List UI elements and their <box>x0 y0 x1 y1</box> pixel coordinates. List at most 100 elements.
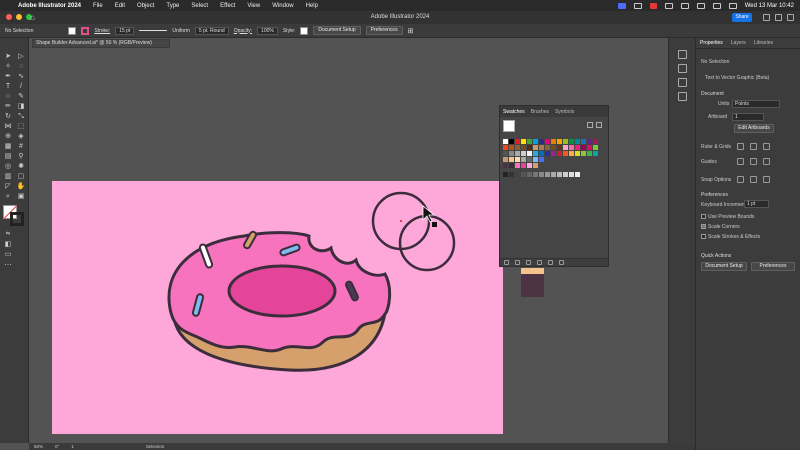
scale-strokes-checkbox[interactable] <box>701 234 706 239</box>
swatch[interactable] <box>515 151 520 156</box>
pixel-grid-icon[interactable] <box>763 143 770 150</box>
swatch[interactable] <box>557 172 562 177</box>
show-guides-icon[interactable] <box>737 158 744 165</box>
swatch[interactable] <box>545 172 550 177</box>
keyboard-icon[interactable] <box>664 2 673 9</box>
bite-circle-shape[interactable] <box>398 214 456 272</box>
donut-hole-shape[interactable] <box>227 264 337 318</box>
swatch[interactable] <box>545 151 550 156</box>
workspace-icon[interactable] <box>787 14 794 21</box>
swatch[interactable] <box>563 139 568 144</box>
swatch[interactable] <box>539 145 544 150</box>
swatch[interactable] <box>515 157 520 162</box>
swatch[interactable] <box>533 151 538 156</box>
swatch[interactable] <box>587 139 592 144</box>
swatch[interactable] <box>539 151 544 156</box>
record-indicator-icon[interactable] <box>649 2 657 9</box>
swatch[interactable] <box>563 151 568 156</box>
stroke-panel-icon[interactable] <box>678 64 687 73</box>
swatch[interactable] <box>503 172 508 177</box>
swatch[interactable] <box>539 172 544 177</box>
menu-select[interactable]: Select <box>191 3 208 9</box>
grid-icon[interactable] <box>750 143 757 150</box>
curvature-tool-icon[interactable]: ∿ <box>16 72 26 81</box>
edit-toolbar-icon[interactable]: ⋯ <box>3 261 13 270</box>
swatch[interactable] <box>539 139 544 144</box>
snap-to-pixel-icon[interactable] <box>763 176 770 183</box>
stroke-profile-preview[interactable] <box>139 30 168 31</box>
pencil-tool-icon[interactable]: ✏ <box>3 102 13 111</box>
swatch[interactable] <box>551 151 556 156</box>
paintbrush-tool-icon[interactable]: ✎ <box>16 92 26 101</box>
rotate-tool-icon[interactable]: ↻ <box>3 112 13 121</box>
hand-tool-icon[interactable]: ✋ <box>16 182 26 191</box>
swatch[interactable] <box>569 139 574 144</box>
cloud-icon[interactable] <box>763 14 770 21</box>
selection-tool-icon[interactable]: ➤ <box>3 52 13 61</box>
swatch-libraries-icon[interactable] <box>504 260 509 265</box>
swatch[interactable] <box>509 157 514 162</box>
swatch[interactable] <box>593 145 598 150</box>
swatch[interactable] <box>515 172 520 177</box>
swatch[interactable] <box>521 163 526 168</box>
swatch-fill-stroke-proxy[interactable] <box>503 120 515 132</box>
scale-tool-icon[interactable]: ⤡ <box>16 112 26 121</box>
swatch[interactable] <box>533 145 538 150</box>
swatch[interactable] <box>527 157 532 162</box>
width-tool-icon[interactable]: ⋈ <box>3 122 13 131</box>
screen-record-icon[interactable] <box>617 2 626 9</box>
swatch[interactable] <box>533 163 538 168</box>
swatch-options-icon[interactable] <box>526 260 531 265</box>
swatch[interactable] <box>509 172 514 177</box>
swatch[interactable] <box>557 145 562 150</box>
layers-panel-icon[interactable] <box>678 92 687 101</box>
swatch[interactable] <box>527 172 532 177</box>
slice-tool-icon[interactable]: ◸ <box>3 182 13 191</box>
tab-properties[interactable]: Properties <box>700 40 723 46</box>
swatch[interactable] <box>503 163 508 168</box>
free-transform-tool-icon[interactable]: ⬚ <box>16 122 26 131</box>
fill-stroke-selector[interactable] <box>3 205 25 227</box>
opacity-label[interactable]: Opacity: <box>234 28 252 34</box>
preferences-button[interactable]: Preferences <box>365 26 403 35</box>
new-color-group-icon[interactable] <box>537 260 542 265</box>
swatch[interactable] <box>593 139 598 144</box>
opacity-field[interactable]: 100% <box>257 26 278 35</box>
swatch[interactable] <box>551 139 556 144</box>
graphic-style-swatch[interactable] <box>300 26 309 35</box>
brush-definition-field[interactable]: 5 pt. Round <box>194 26 229 35</box>
menu-help[interactable]: Help <box>306 3 318 9</box>
swatch[interactable] <box>581 145 586 150</box>
swatch[interactable] <box>575 139 580 144</box>
control-center-icon[interactable] <box>728 2 737 9</box>
blend-tool-icon[interactable]: ◎ <box>3 162 13 171</box>
menu-view[interactable]: View <box>247 3 260 9</box>
live-paint-tool-icon[interactable]: ◈ <box>16 132 26 141</box>
use-preview-bounds-label[interactable]: Use Preview Bounds <box>708 214 754 220</box>
pen-tool-icon[interactable]: ✒ <box>3 72 13 81</box>
color-chip-dough[interactable] <box>521 268 544 274</box>
swatch[interactable] <box>521 172 526 177</box>
stroke-swatch[interactable] <box>81 26 90 35</box>
smart-guides-icon[interactable] <box>763 158 770 165</box>
swatch[interactable] <box>521 145 526 150</box>
artboard-navigator[interactable]: 1 <box>71 444 74 449</box>
stroke-weight-field[interactable]: 15 pt <box>115 26 135 35</box>
tab-layers[interactable]: Layers <box>731 40 746 46</box>
line-tool-icon[interactable]: / <box>16 82 26 91</box>
swatch[interactable] <box>563 172 568 177</box>
snap-to-grid-icon[interactable] <box>750 176 757 183</box>
swatch[interactable] <box>521 139 526 144</box>
show-kinds-icon[interactable] <box>515 260 520 265</box>
stroke-label[interactable]: Stroke: <box>94 28 110 34</box>
mesh-tool-icon[interactable]: # <box>16 142 26 151</box>
swatch[interactable] <box>587 151 592 156</box>
swatch[interactable] <box>587 145 592 150</box>
swatch[interactable] <box>551 145 556 150</box>
swatch[interactable] <box>569 145 574 150</box>
swap-fill-stroke-icon[interactable]: ⇆ <box>3 230 13 239</box>
ruler-icon[interactable] <box>737 143 744 150</box>
swatch[interactable] <box>503 145 508 150</box>
fill-swatch[interactable] <box>68 26 77 35</box>
swatch[interactable] <box>515 163 520 168</box>
